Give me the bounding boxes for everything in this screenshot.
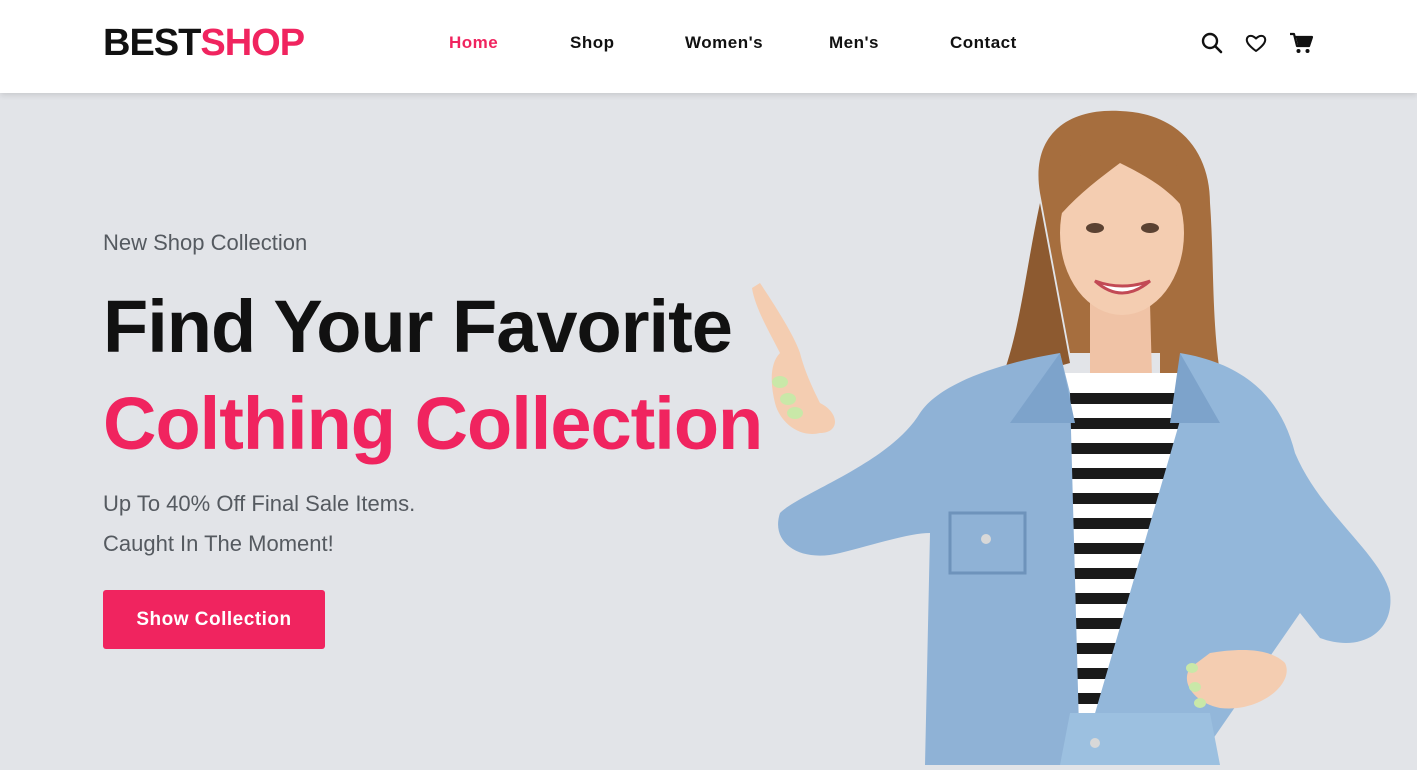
- nav-item-home[interactable]: Home: [449, 31, 498, 55]
- hero-title-line2: Colthing Collection: [103, 382, 763, 465]
- hero-model-image: [740, 93, 1417, 765]
- heart-icon[interactable]: [1243, 30, 1269, 56]
- hero-subtitle-line2: Caught In The Moment!: [103, 531, 334, 556]
- hero-kicker: New Shop Collection: [103, 230, 308, 255]
- nav-item-contact[interactable]: Contact: [950, 31, 1017, 55]
- show-collection-button[interactable]: Show Collection: [103, 590, 325, 649]
- brand-logo-part1: BEST: [103, 22, 201, 64]
- brand-logo[interactable]: BESTSHOP: [103, 22, 305, 64]
- site-header: BESTSHOP Home Shop Women's Men's Contact: [0, 0, 1417, 93]
- brand-logo-part2: SHOP: [200, 22, 305, 64]
- nav-item-womens[interactable]: Women's: [685, 31, 763, 55]
- nav-item-shop[interactable]: Shop: [570, 31, 615, 55]
- search-icon[interactable]: [1198, 30, 1224, 56]
- hero-subtitle-line1: Up To 40% Off Final Sale Items.: [103, 491, 416, 516]
- nav-item-mens[interactable]: Men's: [829, 31, 879, 55]
- cart-icon[interactable]: [1288, 30, 1314, 56]
- hero-title-line1: Find Your Favorite: [103, 285, 733, 368]
